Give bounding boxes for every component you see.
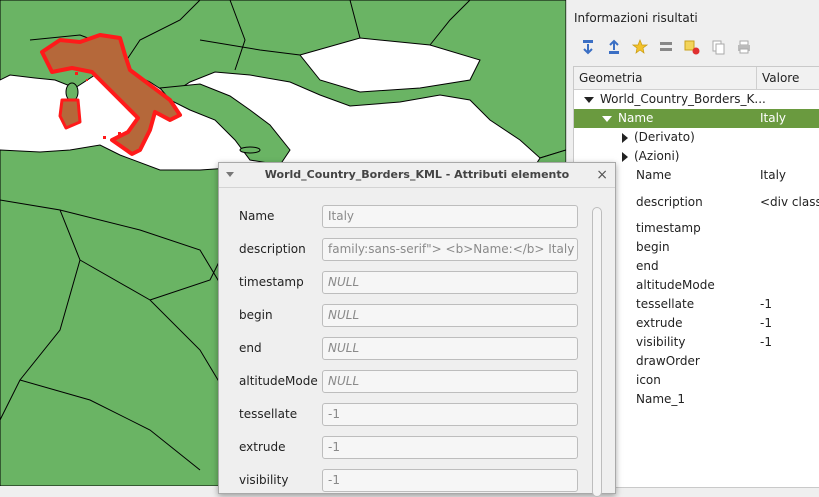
expand-tree-icon[interactable] — [577, 37, 599, 57]
sardinia-highlight — [58, 98, 82, 130]
tree-row-text: (Azioni) — [634, 149, 680, 163]
tree-row-text: begin — [636, 240, 670, 254]
field-input[interactable]: NULL — [322, 271, 578, 294]
expand-new-icon[interactable] — [629, 37, 651, 57]
tree-row-label: World_Country_Borders_K... — [584, 90, 766, 109]
field-label: description — [239, 242, 306, 256]
tree-row-value: Italy — [760, 111, 787, 125]
tree-row-text: Name — [636, 168, 672, 182]
tree-row-text: timestamp — [636, 221, 701, 235]
tree-row-label: timestamp — [636, 219, 701, 238]
tree-row-label: extrude — [636, 314, 683, 333]
tree-row-text: description — [636, 195, 703, 209]
tree-row-value: <div class= — [760, 195, 819, 209]
tree-row-label: Name — [602, 109, 653, 128]
select-features-icon[interactable] — [655, 37, 677, 57]
field-label: end — [239, 341, 262, 355]
chevron-down-icon[interactable] — [584, 96, 594, 103]
field-input[interactable]: family:sans-serif"> <b>Name:</b> Italy <… — [322, 238, 578, 261]
field-label: visibility — [239, 473, 289, 487]
window-menu-icon[interactable] — [226, 172, 234, 177]
results-toolbar — [577, 37, 755, 59]
tree-row[interactable]: (Derivato) — [574, 128, 819, 147]
tree-row-text: end — [636, 259, 659, 273]
field-label: begin — [239, 308, 273, 322]
tree-row-label: Name — [636, 166, 671, 185]
dialog-titlebar[interactable]: World_Country_Borders_KML - Attributi el… — [219, 163, 615, 188]
tree-row-label: (Azioni) — [622, 147, 680, 166]
field-label: tessellate — [239, 407, 298, 421]
collapse-tree-icon[interactable] — [603, 37, 625, 57]
tree-row-text: drawOrder — [636, 354, 700, 368]
tree-row-text: extrude — [636, 316, 683, 330]
tree-row-label: description — [636, 185, 703, 219]
tree-row-label: end — [636, 257, 659, 276]
field-input[interactable]: -1 — [322, 436, 578, 459]
tree-row-text: tessellate — [636, 297, 695, 311]
copy-feature-icon[interactable] — [707, 37, 729, 57]
tree-row[interactable]: World_Country_Borders_K... — [574, 90, 819, 109]
chevron-right-icon[interactable] — [622, 151, 628, 162]
land-north — [0, 0, 566, 159]
tree-row-text: visibility — [636, 335, 686, 349]
tree-row-label: begin — [636, 238, 670, 257]
tree-row-value: -1 — [760, 335, 772, 349]
tree-row-text: Name_1 — [636, 392, 686, 406]
tree-row-text: (Derivato) — [634, 130, 695, 144]
field-input[interactable]: NULL — [322, 370, 578, 393]
tree-row-label: visibility — [636, 333, 685, 352]
tree-row-label: tessellate — [636, 295, 694, 314]
tree-row-label: Name_1 — [636, 390, 685, 409]
land-balkans — [159, 83, 291, 166]
chevron-right-icon[interactable] — [622, 132, 628, 143]
dialog-scrollbar[interactable] — [592, 207, 602, 497]
panel-title: Informazioni risultati — [574, 11, 698, 25]
clear-results-icon[interactable] — [681, 37, 703, 57]
tree-row-text: icon — [636, 373, 661, 387]
field-input[interactable]: NULL — [322, 337, 578, 360]
tree-row-label: (Derivato) — [622, 128, 695, 147]
close-icon[interactable]: × — [596, 163, 608, 187]
tree-row-value: -1 — [760, 297, 772, 311]
feature-attributes-dialog: World_Country_Borders_KML - Attributi el… — [218, 162, 616, 497]
field-label: Name — [239, 209, 275, 223]
tree-row-value: Italy — [760, 168, 787, 182]
tree-row-label: altitudeMode — [636, 276, 715, 295]
field-input[interactable]: Italy — [322, 205, 578, 228]
tree-row-label: drawOrder — [636, 352, 700, 371]
print-icon[interactable] — [733, 37, 755, 57]
tree-row-value: -1 — [760, 316, 772, 330]
field-label: timestamp — [239, 275, 304, 289]
tree-row-label: icon — [636, 371, 661, 390]
tree-header: Geometria Valore — [574, 67, 819, 90]
dialog-title: World_Country_Borders_KML - Attributi el… — [264, 168, 570, 181]
tree-row-text: altitudeMode — [636, 278, 715, 292]
field-label: altitudeMode — [239, 374, 318, 388]
field-label: extrude — [239, 440, 286, 454]
column-valore[interactable]: Valore — [757, 67, 819, 89]
tree-row-text: Name — [618, 111, 654, 125]
tree-row[interactable]: Name Italy — [574, 109, 819, 128]
column-geometria[interactable]: Geometria — [574, 67, 757, 89]
field-input[interactable]: NULL — [322, 304, 578, 327]
tree-row-text: World_Country_Borders_K... — [600, 92, 766, 106]
field-input[interactable]: -1 — [322, 469, 578, 492]
chevron-down-icon[interactable] — [602, 115, 612, 122]
field-input[interactable]: -1 — [322, 403, 578, 426]
